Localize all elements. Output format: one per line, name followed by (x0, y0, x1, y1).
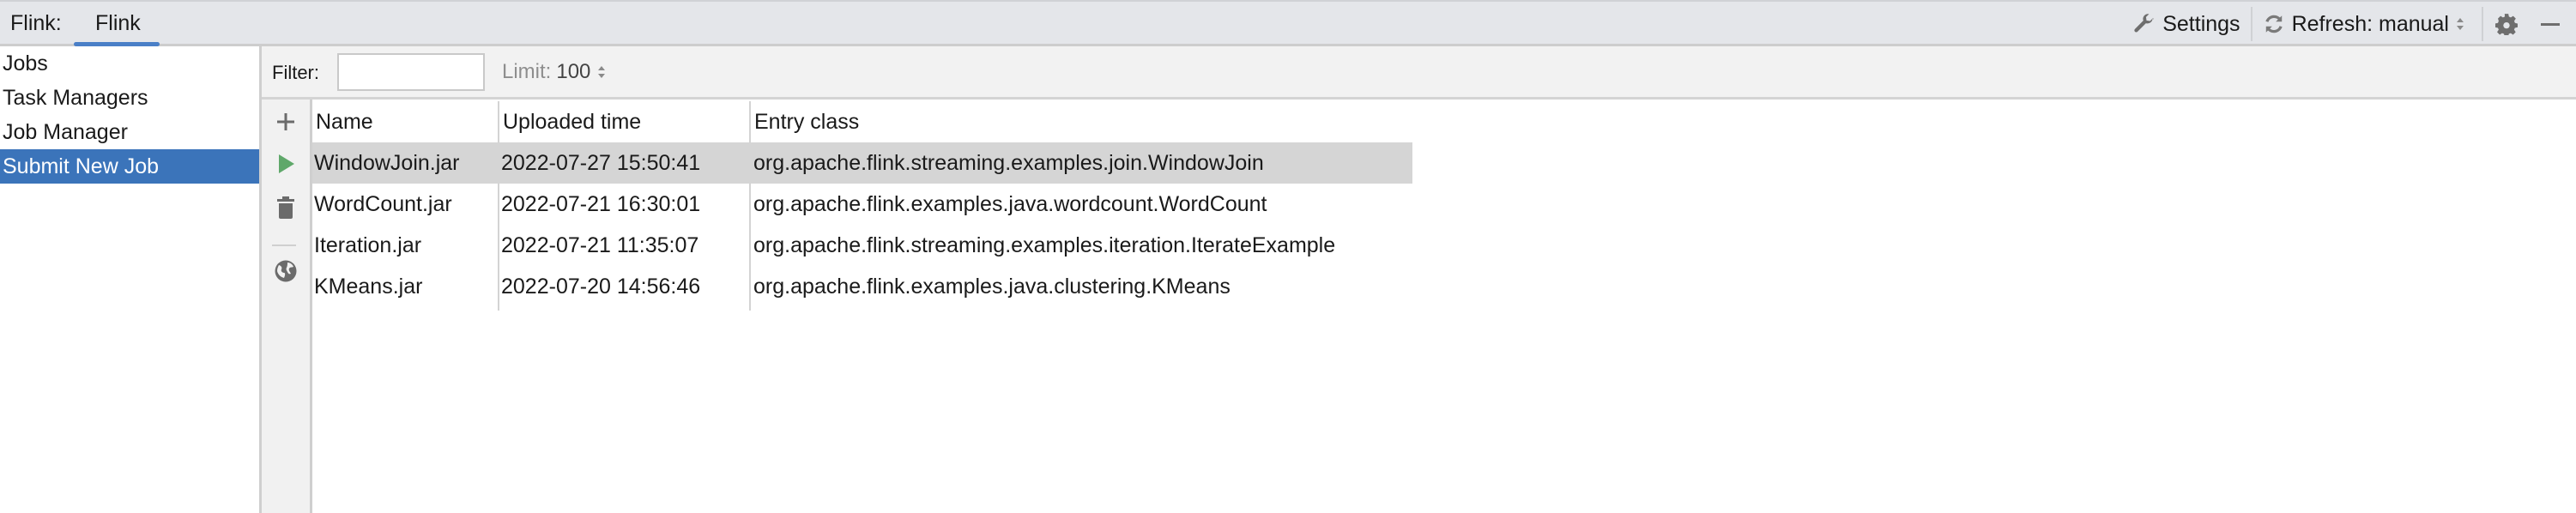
sidebar-item-jobs[interactable]: Jobs (0, 46, 259, 81)
sidebar-nav: Jobs Task Managers Job Manager Submit Ne… (0, 46, 262, 513)
cell-uploaded-time: 2022-07-27 15:50:41 (501, 151, 701, 175)
jars-table: Name Uploaded time Entry class WindowJoi… (312, 101, 2576, 307)
sidebar-item-task-managers[interactable]: Task Managers (0, 81, 259, 115)
sidebar-item-job-manager[interactable]: Job Manager (0, 115, 259, 149)
gear-icon (2495, 14, 2518, 35)
cell-entry-class: org.apache.flink.examples.java.wordcount… (753, 192, 1267, 216)
refresh-label: Refresh: manual (2291, 11, 2449, 36)
run-jar-button[interactable] (262, 153, 310, 175)
column-header-entry-class[interactable]: Entry class (751, 101, 1437, 142)
cell-name: WordCount.jar (314, 192, 452, 216)
filter-label: Filter: (272, 62, 319, 83)
limit-dropdown[interactable]: Limit: 100 (502, 60, 606, 84)
minimize-button[interactable] (2537, 2, 2576, 46)
play-icon (279, 154, 294, 173)
toolbar-divider (272, 244, 296, 246)
column-header-name[interactable]: Name (312, 101, 498, 142)
updown-chevron-icon (597, 64, 606, 80)
upload-jar-button[interactable] (262, 112, 310, 132)
table-row[interactable]: WindowJoin.jar 2022-07-27 15:50:41 org.a… (312, 142, 1412, 184)
cell-entry-class: org.apache.flink.streaming.examples.iter… (753, 233, 1336, 257)
jar-toolbar (262, 100, 312, 513)
column-header-uploaded-time[interactable]: Uploaded time (499, 101, 751, 142)
tool-window-header: Flink: Flink Settings Refresh: manual (0, 0, 2576, 46)
cell-name: KMeans.jar (314, 275, 423, 299)
options-button[interactable] (2483, 2, 2537, 46)
refresh-icon (2265, 15, 2283, 33)
cell-entry-class: org.apache.flink.streaming.examples.join… (753, 151, 1264, 175)
sidebar-item-submit-new-job[interactable]: Submit New Job (0, 149, 259, 184)
settings-button[interactable]: Settings (2121, 2, 2250, 46)
plus-icon (277, 113, 294, 130)
delete-jar-button[interactable] (262, 196, 310, 220)
globe-icon (275, 260, 297, 282)
minimize-icon (2541, 23, 2560, 26)
tab-label: Flink (95, 11, 141, 35)
settings-label: Settings (2162, 11, 2240, 36)
cell-uploaded-time: 2022-07-21 11:35:07 (501, 233, 699, 257)
header-actions: Settings Refresh: manual (2121, 2, 2576, 46)
limit-label: Limit: (502, 60, 552, 83)
wrench-icon (2134, 14, 2154, 33)
table-row[interactable]: Iteration.jar 2022-07-21 11:35:07 org.ap… (312, 225, 1412, 266)
tab-flink[interactable]: Flink (74, 2, 160, 46)
cell-name: WindowJoin.jar (314, 151, 460, 175)
table-row[interactable]: WordCount.jar 2022-07-21 16:30:01 org.ap… (312, 184, 1412, 225)
cell-entry-class: org.apache.flink.examples.java.clusterin… (753, 275, 1231, 299)
cell-uploaded-time: 2022-07-20 14:56:46 (501, 275, 701, 299)
filter-input[interactable] (337, 53, 485, 91)
filter-bar: Filter: Limit: 100 (262, 46, 2576, 100)
table-row[interactable]: KMeans.jar 2022-07-20 14:56:46 org.apach… (312, 266, 1412, 307)
updown-chevron-icon (2456, 16, 2471, 32)
open-web-ui-button[interactable] (262, 259, 310, 283)
table-header: Name Uploaded time Entry class (312, 101, 2576, 142)
cell-uploaded-time: 2022-07-21 16:30:01 (501, 192, 701, 216)
cell-name: Iteration.jar (314, 233, 422, 257)
tool-window-title: Flink: (10, 11, 62, 35)
limit-value: 100 (556, 60, 591, 83)
refresh-dropdown[interactable]: Refresh: manual (2252, 2, 2482, 46)
trash-icon (277, 196, 294, 219)
